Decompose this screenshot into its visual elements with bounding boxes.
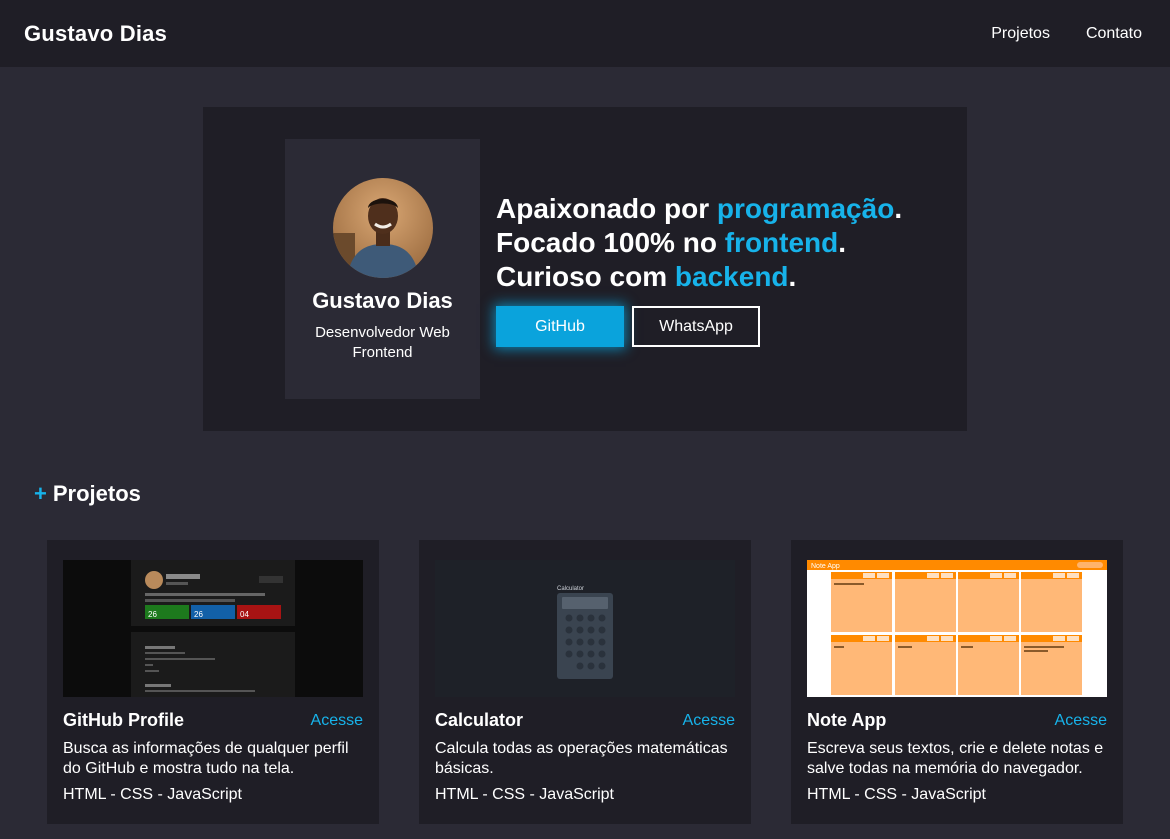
note-thumb-title: Note App (811, 563, 840, 570)
main-nav: Projetos Contato (991, 25, 1146, 43)
project-title: Calculator (435, 710, 524, 730)
project-thumbnail-github-profile: 26 26 04 (63, 560, 363, 697)
site-brand[interactable]: Gustavo Dias (24, 21, 167, 47)
headline-highlight: programação (716, 193, 895, 224)
project-card-github-profile: 26 26 04 GitHub Profile Acesse Busca as … (47, 540, 379, 824)
profile-name: Gustavo Dias (312, 288, 453, 313)
project-description: Escreva seus textos, crie e delete notas… (807, 740, 1104, 777)
headline-line-2: Focado 100% no frontend. (496, 226, 902, 260)
card-header: GitHub Profile Acesse (63, 710, 363, 731)
headline-punct: . (838, 227, 847, 258)
nav-link-contato[interactable]: Contato (1086, 25, 1142, 43)
top-navbar: Gustavo Dias Projetos Contato (0, 0, 1170, 67)
headline-highlight: frontend (724, 227, 839, 258)
headline-punct: . (788, 261, 797, 292)
profile-card: Gustavo Dias Desenvolvedor Web Frontend (285, 139, 480, 399)
headline-text: Apaixonado por (496, 193, 717, 224)
plus-icon: + (34, 481, 47, 506)
project-thumbnail-calculator: Calculator (435, 560, 735, 697)
project-description: Calcula todas as operações matemáticas b… (435, 740, 728, 777)
whatsapp-button[interactable]: WhatsApp (632, 306, 760, 347)
projects-heading-text: Projetos (52, 481, 141, 506)
headline-highlight: backend (674, 261, 789, 292)
project-tech-stack: HTML - CSS - JavaScript (435, 786, 614, 803)
project-link-acesse[interactable]: Acesse (683, 712, 735, 730)
project-tech-stack: HTML - CSS - JavaScript (63, 786, 242, 803)
hero-section: Gustavo Dias Desenvolvedor Web Frontend … (203, 107, 967, 431)
project-tech-stack: HTML - CSS - JavaScript (807, 786, 986, 803)
headline-line-3: Curioso com backend. (496, 260, 902, 294)
headline-text: Focado 100% no (496, 227, 725, 258)
headline-line-1: Apaixonado por programação. (496, 192, 902, 226)
github-stat-text: 04 (240, 610, 249, 619)
headline-punct: . (894, 193, 903, 224)
github-stat-text: 26 (148, 610, 157, 619)
project-title: GitHub Profile (63, 710, 184, 730)
project-thumbnail-note-app: Note App (807, 560, 1107, 697)
project-card-calculator: Calculator Calculator Acesse Calcula tod… (419, 540, 751, 824)
card-header: Note App Acesse (807, 710, 1107, 731)
projects-heading: + Projetos (34, 481, 141, 507)
calculator-thumb-title: Calculator (557, 586, 584, 592)
hero-buttons: GitHub WhatsApp (496, 306, 760, 347)
project-link-acesse[interactable]: Acesse (311, 712, 363, 730)
headline-text: Curioso com (496, 261, 675, 292)
project-description: Busca as informações de qualquer perfil … (63, 740, 349, 777)
github-button[interactable]: GitHub (496, 306, 624, 347)
github-stat-text: 26 (194, 610, 203, 619)
profile-role: Desenvolvedor Web Frontend (315, 324, 450, 361)
hero-headline: Apaixonado por programação. Focado 100% … (496, 192, 902, 294)
project-card-note-app: Note App Note App Acesse Escreva seus te… (791, 540, 1123, 824)
nav-link-projetos[interactable]: Projetos (991, 25, 1050, 43)
project-link-acesse[interactable]: Acesse (1055, 712, 1107, 730)
card-header: Calculator Acesse (435, 710, 735, 731)
profile-avatar (332, 178, 433, 278)
project-title: Note App (807, 710, 887, 730)
